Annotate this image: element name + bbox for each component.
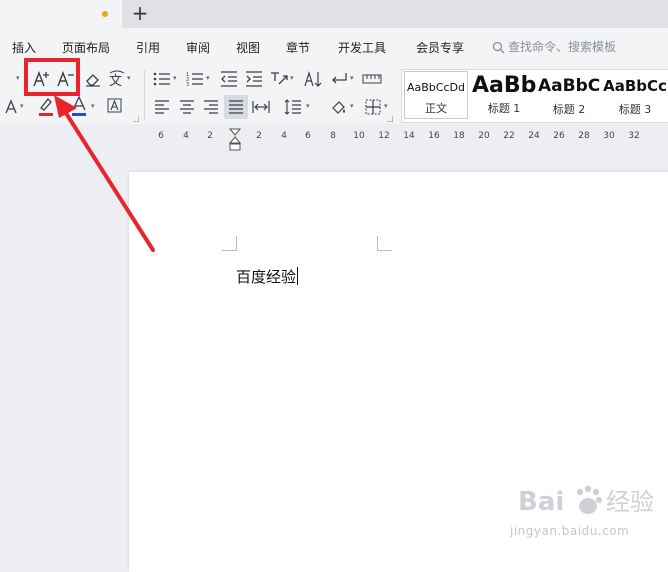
baidu-paw-logo-icon: Bai 经验 — [518, 485, 654, 517]
watermark-url: jingyan.baidu.com — [510, 524, 630, 538]
svg-text:经验: 经验 — [606, 488, 654, 516]
annotation-arrow-icon — [54, 95, 155, 252]
svg-text:Bai: Bai — [518, 487, 564, 517]
watermark: Bai 经验 jingyan.baidu.com — [510, 482, 660, 542]
